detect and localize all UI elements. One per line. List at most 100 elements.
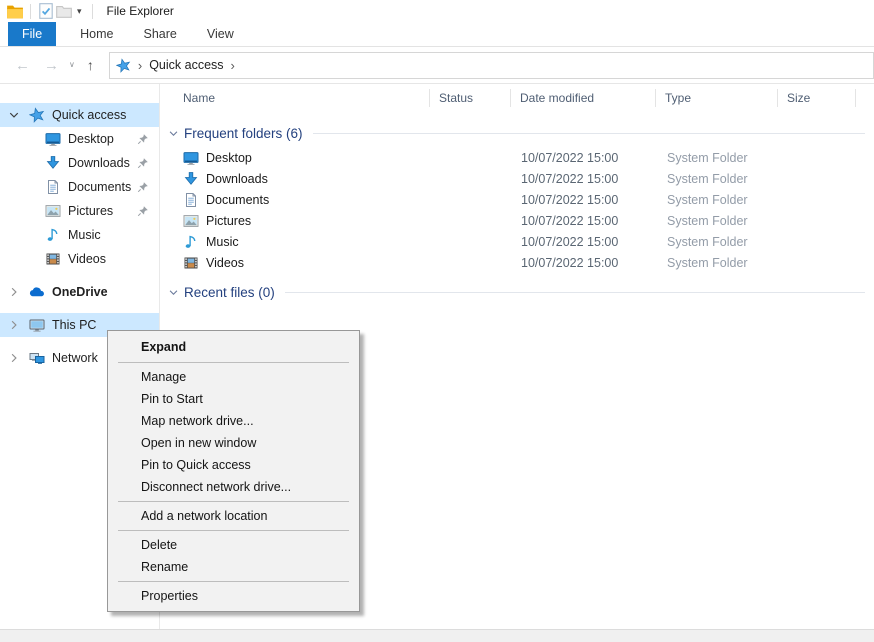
chevron-down-icon[interactable] bbox=[168, 287, 179, 298]
back-icon[interactable]: ← bbox=[8, 58, 37, 73]
column-header-status[interactable]: Status bbox=[430, 89, 511, 107]
music-icon bbox=[183, 234, 199, 250]
file-row-music[interactable]: Music 10/07/2022 15:00 System Folder bbox=[161, 231, 874, 252]
tab-file[interactable]: File bbox=[8, 22, 56, 46]
sidebar-item-music[interactable]: Music bbox=[0, 223, 159, 247]
column-headers: Name Status Date modified Type Size bbox=[161, 84, 874, 111]
file-date-modified: 10/07/2022 15:00 bbox=[511, 235, 656, 249]
group-rule bbox=[313, 133, 865, 134]
menu-item-expand[interactable]: Expand bbox=[108, 335, 359, 359]
forward-icon[interactable]: → bbox=[37, 58, 66, 73]
menu-separator bbox=[118, 581, 349, 582]
pin-icon bbox=[137, 181, 149, 193]
sidebar-item-quick-access[interactable]: Quick access bbox=[0, 103, 159, 127]
videos-icon bbox=[45, 251, 61, 267]
sidebar-item-label: Music bbox=[68, 228, 101, 242]
file-type: System Folder bbox=[656, 214, 778, 228]
sidebar-item-label: Documents bbox=[68, 180, 131, 194]
sidebar-item-downloads[interactable]: Downloads bbox=[0, 151, 159, 175]
file-row-desktop[interactable]: Desktop 10/07/2022 15:00 System Folder bbox=[161, 147, 874, 168]
menu-item-properties[interactable]: Properties bbox=[108, 585, 359, 607]
sidebar-item-desktop[interactable]: Desktop bbox=[0, 127, 159, 151]
column-header-type[interactable]: Type bbox=[656, 89, 778, 107]
file-type: System Folder bbox=[656, 193, 778, 207]
file-date-modified: 10/07/2022 15:00 bbox=[511, 214, 656, 228]
menu-item-manage[interactable]: Manage bbox=[108, 366, 359, 388]
menu-item-disconnect-network-drive[interactable]: Disconnect network drive... bbox=[108, 476, 359, 498]
group-label: Recent files (0) bbox=[184, 285, 275, 300]
column-header-spacer bbox=[856, 89, 874, 107]
pictures-icon bbox=[183, 213, 199, 229]
address-bar[interactable]: › Quick access › bbox=[109, 52, 874, 79]
file-name: Pictures bbox=[206, 214, 251, 228]
sidebar-item-videos[interactable]: Videos bbox=[0, 247, 159, 271]
file-type: System Folder bbox=[656, 172, 778, 186]
column-header-date-modified[interactable]: Date modified bbox=[511, 89, 656, 107]
breadcrumb-quick-access[interactable]: Quick access bbox=[149, 58, 223, 72]
tab-home[interactable]: Home bbox=[65, 22, 128, 46]
titlebar: ▾ File Explorer bbox=[0, 0, 874, 22]
group-header-frequent-folders[interactable]: Frequent folders (6) bbox=[161, 122, 874, 144]
sidebar-item-documents[interactable]: Documents bbox=[0, 175, 159, 199]
chevron-right-icon[interactable] bbox=[8, 286, 20, 298]
menu-separator bbox=[118, 530, 349, 531]
file-name: Downloads bbox=[206, 172, 268, 186]
breadcrumb-chevron-icon[interactable]: › bbox=[131, 59, 149, 72]
toolbar-separator bbox=[92, 4, 93, 19]
menu-item-delete[interactable]: Delete bbox=[108, 534, 359, 556]
sidebar-item-pictures[interactable]: Pictures bbox=[0, 199, 159, 223]
status-bar bbox=[0, 629, 874, 642]
menu-item-open-in-new-window[interactable]: Open in new window bbox=[108, 432, 359, 454]
sidebar-item-onedrive[interactable]: OneDrive bbox=[0, 280, 159, 304]
window-title: File Explorer bbox=[107, 4, 174, 18]
sidebar-item-label: Quick access bbox=[52, 108, 126, 122]
file-type: System Folder bbox=[656, 235, 778, 249]
breadcrumb-chevron-icon[interactable]: › bbox=[224, 59, 242, 72]
network-icon bbox=[29, 350, 45, 366]
file-name: Music bbox=[206, 235, 239, 249]
tab-share[interactable]: Share bbox=[129, 22, 192, 46]
chevron-down-icon[interactable] bbox=[8, 109, 20, 121]
menu-item-rename[interactable]: Rename bbox=[108, 556, 359, 578]
music-icon bbox=[45, 227, 61, 243]
sidebar-item-label: Downloads bbox=[68, 156, 130, 170]
properties-icon[interactable] bbox=[37, 2, 55, 20]
column-header-size[interactable]: Size bbox=[778, 89, 856, 107]
pin-icon bbox=[137, 205, 149, 217]
file-row-videos[interactable]: Videos 10/07/2022 15:00 System Folder bbox=[161, 252, 874, 273]
group-rule bbox=[285, 292, 865, 293]
ribbon-tabs: File Home Share View bbox=[0, 22, 874, 47]
pin-icon bbox=[137, 133, 149, 145]
file-row-downloads[interactable]: Downloads 10/07/2022 15:00 System Folder bbox=[161, 168, 874, 189]
file-row-documents[interactable]: Documents 10/07/2022 15:00 System Folder bbox=[161, 189, 874, 210]
new-folder-icon[interactable] bbox=[55, 2, 73, 20]
pictures-icon bbox=[45, 203, 61, 219]
sidebar-item-label: This PC bbox=[52, 318, 96, 332]
context-menu: Expand Manage Pin to Start Map network d… bbox=[107, 330, 360, 612]
file-explorer-logo-icon bbox=[6, 2, 24, 20]
file-row-pictures[interactable]: Pictures 10/07/2022 15:00 System Folder bbox=[161, 210, 874, 231]
menu-item-pin-to-start[interactable]: Pin to Start bbox=[108, 388, 359, 410]
group-header-recent-files[interactable]: Recent files (0) bbox=[161, 281, 874, 303]
menu-item-pin-to-quick-access[interactable]: Pin to Quick access bbox=[108, 454, 359, 476]
documents-icon bbox=[183, 192, 199, 208]
tab-view[interactable]: View bbox=[192, 22, 249, 46]
column-header-name[interactable]: Name bbox=[161, 89, 430, 107]
toolbar-separator bbox=[30, 4, 31, 19]
file-name: Documents bbox=[206, 193, 269, 207]
chevron-down-icon[interactable] bbox=[168, 128, 179, 139]
menu-item-map-network-drive[interactable]: Map network drive... bbox=[108, 410, 359, 432]
file-date-modified: 10/07/2022 15:00 bbox=[511, 193, 656, 207]
desktop-icon bbox=[45, 131, 61, 147]
menu-separator bbox=[118, 501, 349, 502]
file-date-modified: 10/07/2022 15:00 bbox=[511, 151, 656, 165]
recent-locations-icon[interactable]: ∨ bbox=[66, 61, 78, 69]
up-icon[interactable]: ↑ bbox=[78, 58, 103, 72]
customize-quick-access-toolbar-icon[interactable]: ▾ bbox=[73, 6, 86, 17]
documents-icon bbox=[45, 179, 61, 195]
sidebar-item-label: Videos bbox=[68, 252, 106, 266]
chevron-right-icon[interactable] bbox=[8, 319, 20, 331]
sidebar-item-label: Desktop bbox=[68, 132, 114, 146]
chevron-right-icon[interactable] bbox=[8, 352, 20, 364]
menu-item-add-network-location[interactable]: Add a network location bbox=[108, 505, 359, 527]
